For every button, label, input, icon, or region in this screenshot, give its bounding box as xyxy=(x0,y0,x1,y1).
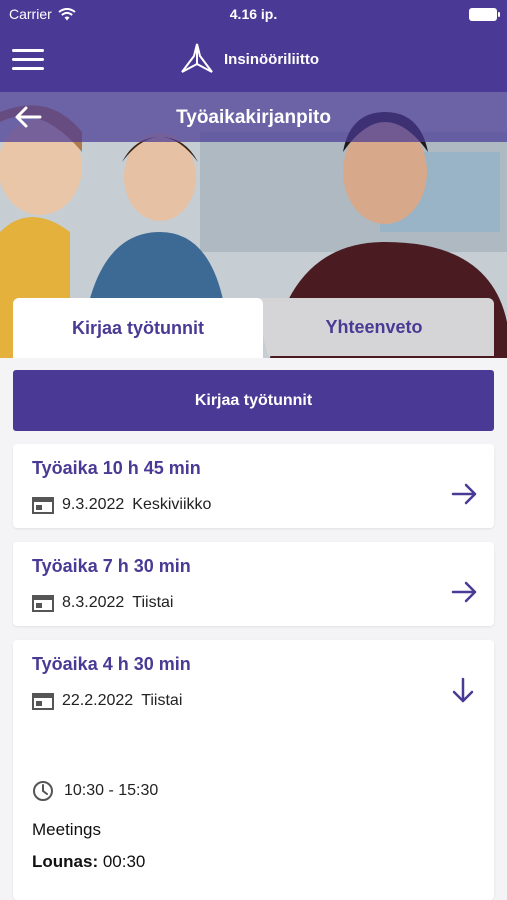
entry-card[interactable]: Työaika 10 h 45 min 9.3.2022 Keskiviikko xyxy=(13,444,494,528)
menu-icon xyxy=(12,49,44,52)
arrow-right-icon[interactable] xyxy=(450,480,478,508)
lunch-label: Lounas: xyxy=(32,852,99,871)
tab-summary[interactable]: Yhteenveto xyxy=(254,298,494,356)
entry-title: Työaika 7 h 30 min xyxy=(32,556,191,576)
log-hours-button[interactable]: Kirjaa työtunnit xyxy=(13,370,494,431)
entry-description: Meetings xyxy=(32,820,101,839)
app-bar: Insinööriliitto xyxy=(0,30,507,92)
tab-bar: Yhteenveto Kirjaa työtunnit xyxy=(0,298,507,358)
clock: 4.16 ip. xyxy=(229,6,278,22)
calendar-icon xyxy=(32,693,54,710)
arrow-right-icon[interactable] xyxy=(450,578,478,606)
brand-name: Insinööriliitto xyxy=(224,50,319,68)
entry-day: Tiistai xyxy=(141,692,183,709)
battery-icon xyxy=(469,8,500,21)
page-header: Työaikakirjanpito xyxy=(0,92,507,142)
arrow-down-icon[interactable] xyxy=(450,676,476,704)
entry-time: 10:30 - 15:30 xyxy=(32,780,158,802)
page-title: Työaikakirjanpito xyxy=(176,107,331,128)
status-bar: Carrier 4.16 ip. xyxy=(0,0,507,30)
entry-title: Työaika 10 h 45 min xyxy=(32,458,201,478)
tab-log-hours[interactable]: Kirjaa työtunnit xyxy=(13,298,263,358)
entry-card[interactable]: Työaika 7 h 30 min 8.3.2022 Tiistai xyxy=(13,542,494,626)
logo-icon xyxy=(181,43,213,73)
entry-title: Työaika 4 h 30 min xyxy=(32,654,191,674)
entry-date-value: 8.3.2022 xyxy=(62,594,125,611)
entry-date-value: 22.2.2022 xyxy=(62,692,134,709)
entry-day: Keskiviikko xyxy=(132,496,212,513)
entry-lunch: Lounas: 00:30 xyxy=(32,852,145,872)
entry-date: 9.3.2022 Keskiviikko xyxy=(32,496,211,514)
menu-button[interactable] xyxy=(12,47,44,73)
entry-card-expanded[interactable]: Työaika 4 h 30 min 22.2.2022 Tiistai 10:… xyxy=(13,640,494,900)
entry-day: Tiistai xyxy=(132,594,174,611)
lunch-value: 00:30 xyxy=(102,852,146,871)
clock-icon xyxy=(33,781,53,801)
menu-icon-line xyxy=(12,67,44,70)
calendar-icon xyxy=(32,497,54,514)
brand-logo: Insinööriliitto xyxy=(178,42,319,76)
entry-date: 8.3.2022 Tiistai xyxy=(32,594,173,612)
entry-time-range: 10:30 - 15:30 xyxy=(64,782,159,799)
calendar-icon xyxy=(32,595,54,612)
main-content: Kirjaa työtunnit Työaika 10 h 45 min 9.3… xyxy=(0,358,507,900)
menu-icon-line xyxy=(12,58,44,61)
entry-date-value: 9.3.2022 xyxy=(62,496,125,513)
entry-date: 22.2.2022 Tiistai xyxy=(32,692,182,710)
